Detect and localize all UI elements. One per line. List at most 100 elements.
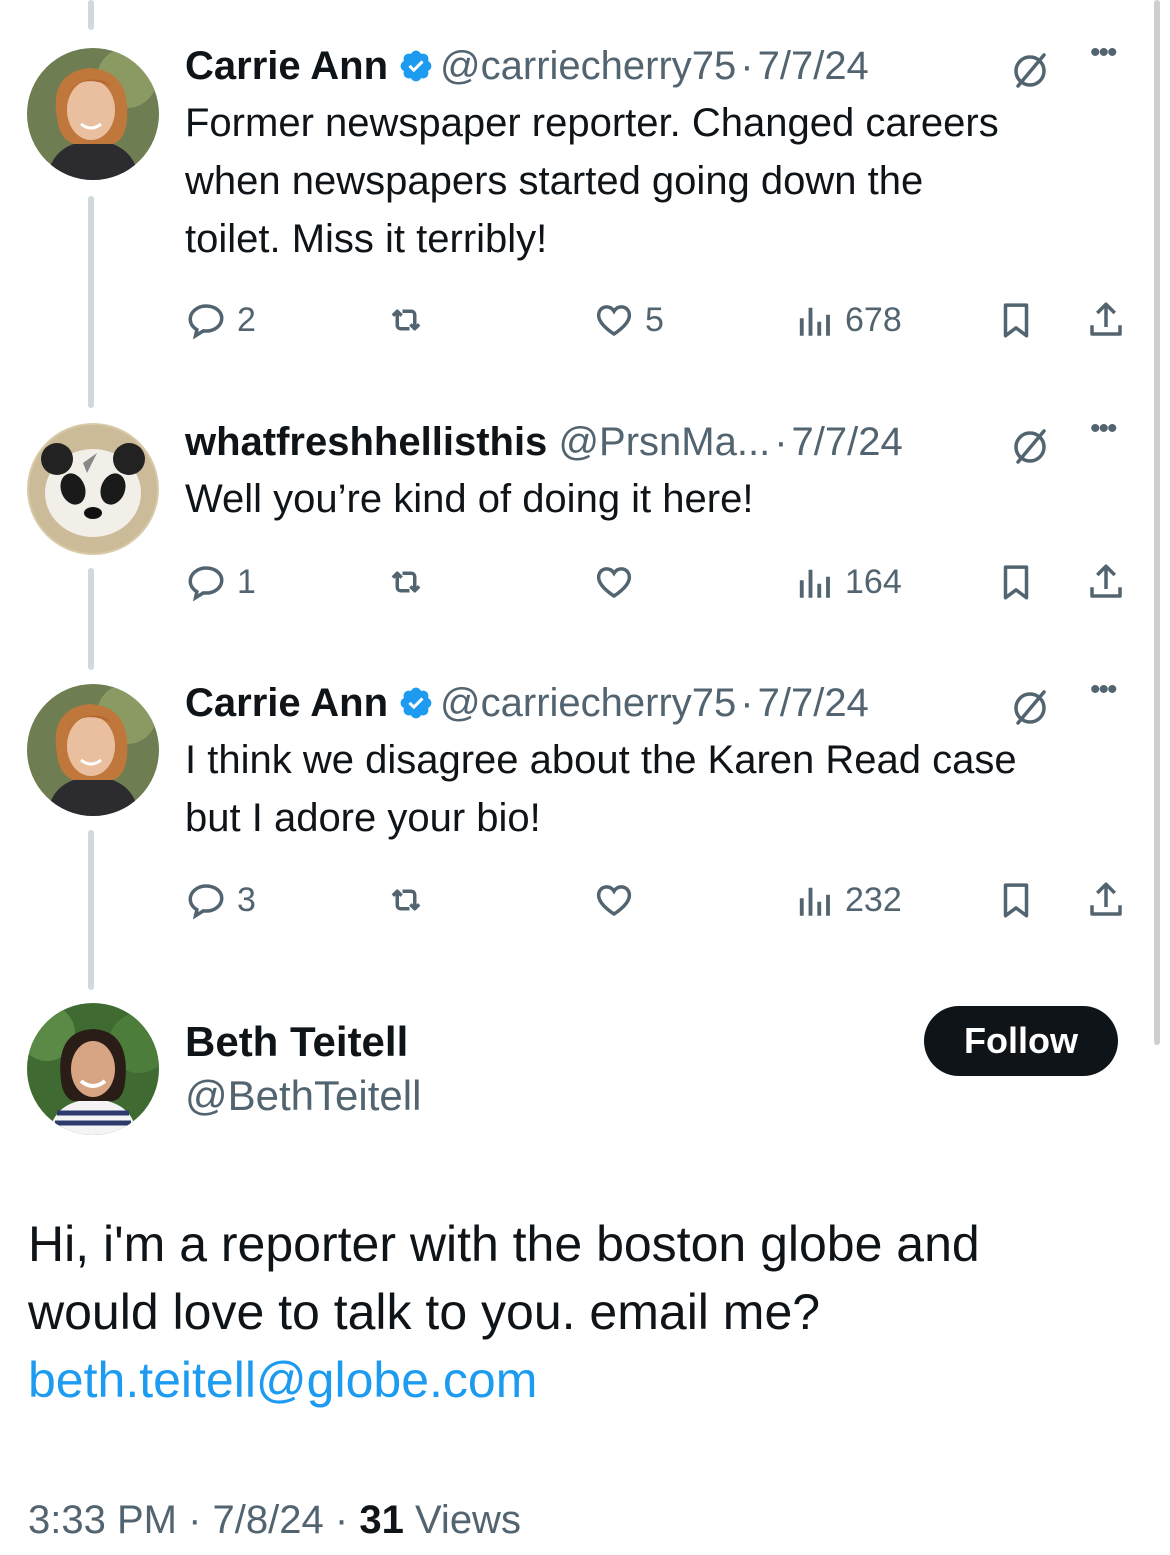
reply-count: 2 (237, 300, 256, 339)
bookmark-button[interactable] (995, 298, 1037, 342)
views-count: 678 (845, 300, 902, 339)
thread-tweet-2[interactable]: whatfreshhellisthis @PrsnMa... · 7/7/24 ••… (185, 414, 1140, 528)
separator: · (740, 681, 754, 725)
retweet-icon (391, 889, 421, 911)
tweet-actions: 3 232 (185, 878, 1140, 922)
more-icon[interactable]: ••• (1090, 38, 1130, 80)
author-handle[interactable]: @carriecherry75 (440, 44, 736, 88)
reply-icon (188, 304, 224, 340)
views-icon (799, 887, 830, 916)
views-icon (799, 569, 830, 598)
views-count: 31 (359, 1498, 404, 1542)
avatar[interactable] (27, 1003, 159, 1135)
avatar[interactable] (27, 48, 159, 180)
views-button[interactable]: 232 (793, 878, 902, 922)
bookmark-icon (1003, 883, 1029, 918)
separator: · (334, 1498, 349, 1542)
thread-line (88, 830, 94, 990)
share-button[interactable] (1085, 560, 1127, 604)
grok-icon[interactable] (1010, 50, 1050, 90)
thread-line (88, 0, 94, 30)
tweet-date[interactable]: 7/7/24 (792, 420, 903, 464)
reply-button[interactable]: 3 (185, 878, 256, 922)
share-button[interactable] (1085, 878, 1127, 922)
main-tweet-line: would love to talk to you. email me? (28, 1284, 821, 1340)
tweet-meta: 3:33 PM · 7/8/24 · 31 Views (28, 1494, 521, 1546)
thread-tweet-3[interactable]: Carrie Ann @carriecherry75 · 7/7/24 ••• I t… (185, 675, 1140, 847)
thread-line (88, 196, 94, 408)
tweet-date[interactable]: 7/7/24 (758, 44, 869, 88)
author-name[interactable]: whatfreshhellisthis (185, 420, 547, 464)
bookmark-button[interactable] (995, 878, 1037, 922)
views-button[interactable]: 678 (793, 298, 902, 342)
separator: · (188, 1498, 202, 1542)
more-icon[interactable]: ••• (1090, 675, 1130, 717)
more-icon[interactable]: ••• (1090, 414, 1130, 456)
main-author-name[interactable]: Beth Teitell (185, 1016, 408, 1068)
thread-tweet-1[interactable]: Carrie Ann @carriecherry75 · 7/7/24 ••• For… (185, 38, 1140, 268)
share-icon (1090, 302, 1122, 336)
bookmark-icon (1003, 303, 1029, 338)
like-button[interactable] (593, 560, 645, 604)
share-icon (1090, 564, 1122, 598)
retweet-button[interactable] (385, 560, 437, 604)
like-icon (596, 885, 632, 917)
grok-icon[interactable] (1010, 426, 1050, 466)
author-handle[interactable]: @carriecherry75 (440, 681, 736, 725)
verified-badge-icon (398, 48, 434, 84)
thread-line (88, 568, 94, 670)
tweet-text-line: Well you’re kind of doing it here! (185, 477, 754, 521)
tweet-text-line: toilet. Miss it terribly! (185, 217, 548, 261)
avatar[interactable] (27, 423, 159, 555)
grok-icon[interactable] (1010, 687, 1050, 727)
verified-badge-icon (398, 685, 434, 721)
tweet-text-line: I think we disagree about the Karen Read… (185, 738, 1017, 782)
retweet-icon (391, 309, 421, 331)
views-count: 164 (845, 562, 902, 601)
separator: · (740, 44, 754, 88)
share-button[interactable] (1085, 298, 1127, 342)
retweet-button[interactable] (385, 298, 437, 342)
author-name[interactable]: Carrie Ann (185, 681, 388, 725)
tweet-text-line: when newspapers started going down the (185, 159, 924, 203)
tweet-text: I think we disagree about the Karen Read… (185, 731, 1140, 847)
scrollbar[interactable] (1154, 0, 1160, 1045)
tweet-time[interactable]: 3:33 PM (28, 1498, 177, 1542)
like-icon (596, 305, 632, 337)
bookmark-button[interactable] (995, 560, 1037, 604)
reply-icon (188, 566, 224, 602)
tweet-date[interactable]: 7/8/24 (213, 1498, 324, 1542)
follow-button[interactable]: Follow (924, 1006, 1118, 1076)
like-button[interactable] (593, 878, 645, 922)
tweet-text-line: Former newspaper reporter. Changed caree… (185, 101, 999, 145)
views-button[interactable]: 164 (793, 560, 902, 604)
like-icon (596, 567, 632, 599)
reply-count: 1 (237, 562, 256, 601)
share-icon (1090, 882, 1122, 916)
author-name[interactable]: Carrie Ann (185, 44, 388, 88)
tweet-actions: 2 5 678 (185, 298, 1140, 342)
views-count: 232 (845, 880, 902, 919)
main-author-handle[interactable]: @BethTeitell (185, 1070, 421, 1122)
tweet-text: Well you’re kind of doing it here! (185, 470, 1140, 528)
bookmark-icon (1003, 565, 1029, 600)
views-label: Views (414, 1498, 521, 1542)
retweet-icon (391, 571, 421, 593)
tweet-text: Former newspaper reporter. Changed caree… (185, 94, 1140, 268)
tweet-text-line: but I adore your bio! (185, 796, 541, 840)
reply-count: 3 (237, 880, 256, 919)
tweet-date[interactable]: 7/7/24 (758, 681, 869, 725)
separator: · (774, 420, 788, 464)
main-tweet-text: Hi, i'm a reporter with the boston globe… (28, 1210, 1138, 1414)
author-handle[interactable]: @PrsnMa... (558, 420, 770, 464)
reply-button[interactable]: 2 (185, 298, 256, 342)
tweet-actions: 1 164 (185, 560, 1140, 604)
reply-button[interactable]: 1 (185, 560, 256, 604)
like-button[interactable]: 5 (593, 298, 664, 342)
email-link[interactable]: beth.teitell@globe.com (28, 1352, 537, 1408)
reply-icon (188, 884, 224, 920)
avatar[interactable] (27, 684, 159, 816)
retweet-button[interactable] (385, 878, 437, 922)
like-count: 5 (645, 300, 664, 339)
views-icon (799, 307, 830, 336)
